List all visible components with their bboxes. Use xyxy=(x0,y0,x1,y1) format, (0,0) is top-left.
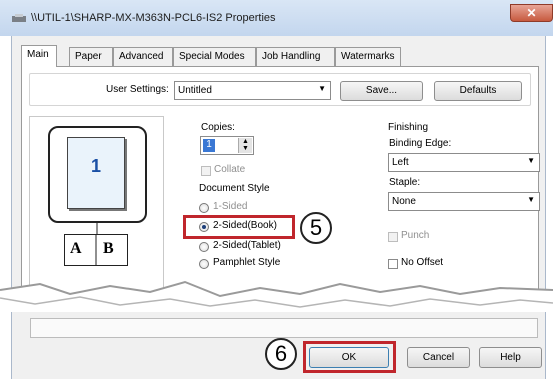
window-title: \\UTIL-1\SHARP-MX-M363N-PCL6-IS2 Propert… xyxy=(31,12,276,24)
radio-2-sided-tablet[interactable] xyxy=(199,242,209,252)
close-icon: ✕ xyxy=(526,6,537,20)
option-2-sided-book: 2-Sided(Book) xyxy=(213,220,277,231)
binding-edge-label: Binding Edge: xyxy=(389,138,452,149)
tab-special-modes[interactable]: Special Modes xyxy=(173,47,256,66)
no-offset-label: No Offset xyxy=(401,257,444,268)
spinner-arrows-icon[interactable]: ▲ ▼ xyxy=(238,138,252,153)
radio-1-sided[interactable] xyxy=(199,203,209,213)
binding-edge-select[interactable]: Left ▼ xyxy=(388,153,540,172)
ok-button[interactable]: OK xyxy=(309,347,389,368)
tab-job-handling[interactable]: Job Handling xyxy=(256,47,335,66)
radio-2-sided-book[interactable] xyxy=(199,222,209,232)
chevron-down-icon: ▼ xyxy=(527,195,535,204)
radio-pamphlet-style[interactable] xyxy=(199,259,209,269)
step-5-callout: 5 xyxy=(300,212,332,244)
copies-input[interactable]: 1 xyxy=(203,139,215,152)
close-button[interactable]: ✕ xyxy=(510,4,553,22)
step-6-callout: 6 xyxy=(265,338,297,370)
document-style-label: Document Style xyxy=(199,183,270,194)
finishing-label: Finishing xyxy=(388,122,429,133)
option-pamphlet-style: Pamphlet Style xyxy=(213,257,281,268)
lower-group-box xyxy=(30,318,538,338)
punch-label: Punch xyxy=(401,230,430,241)
collate-checkbox[interactable] xyxy=(201,166,211,176)
cancel-button[interactable]: Cancel xyxy=(407,347,470,368)
save-button[interactable]: Save... xyxy=(340,81,423,101)
book-left-letter: A xyxy=(70,240,82,257)
chevron-down-icon: ▼ xyxy=(318,84,326,93)
chevron-down-icon: ▼ xyxy=(527,156,535,165)
tab-advanced[interactable]: Advanced xyxy=(113,47,173,66)
copies-label: Copies: xyxy=(201,122,235,133)
option-1-sided: 1-Sided xyxy=(213,201,248,212)
copies-stepper[interactable]: 1 ▲ ▼ xyxy=(200,136,254,155)
preview-page-number: 1 xyxy=(90,156,101,176)
torn-edge xyxy=(0,280,553,312)
staple-select[interactable]: None ▼ xyxy=(388,192,540,211)
printer-icon xyxy=(12,14,26,22)
tab-watermarks[interactable]: Watermarks xyxy=(335,47,401,66)
collate-label: Collate xyxy=(214,164,246,175)
punch-checkbox[interactable] xyxy=(388,232,398,242)
user-settings-select[interactable]: Untitled ▼ xyxy=(174,81,331,100)
tab-paper[interactable]: Paper xyxy=(69,47,113,66)
staple-label: Staple: xyxy=(389,177,421,188)
help-button[interactable]: Help xyxy=(479,347,542,368)
tab-main[interactable]: Main xyxy=(21,45,57,67)
defaults-button[interactable]: Defaults xyxy=(434,81,522,101)
no-offset-checkbox[interactable] xyxy=(388,259,398,269)
book-right-letter: B xyxy=(103,240,114,257)
option-2-sided-tablet: 2-Sided(Tablet) xyxy=(213,240,281,251)
user-settings-label: User Settings: xyxy=(106,84,169,95)
